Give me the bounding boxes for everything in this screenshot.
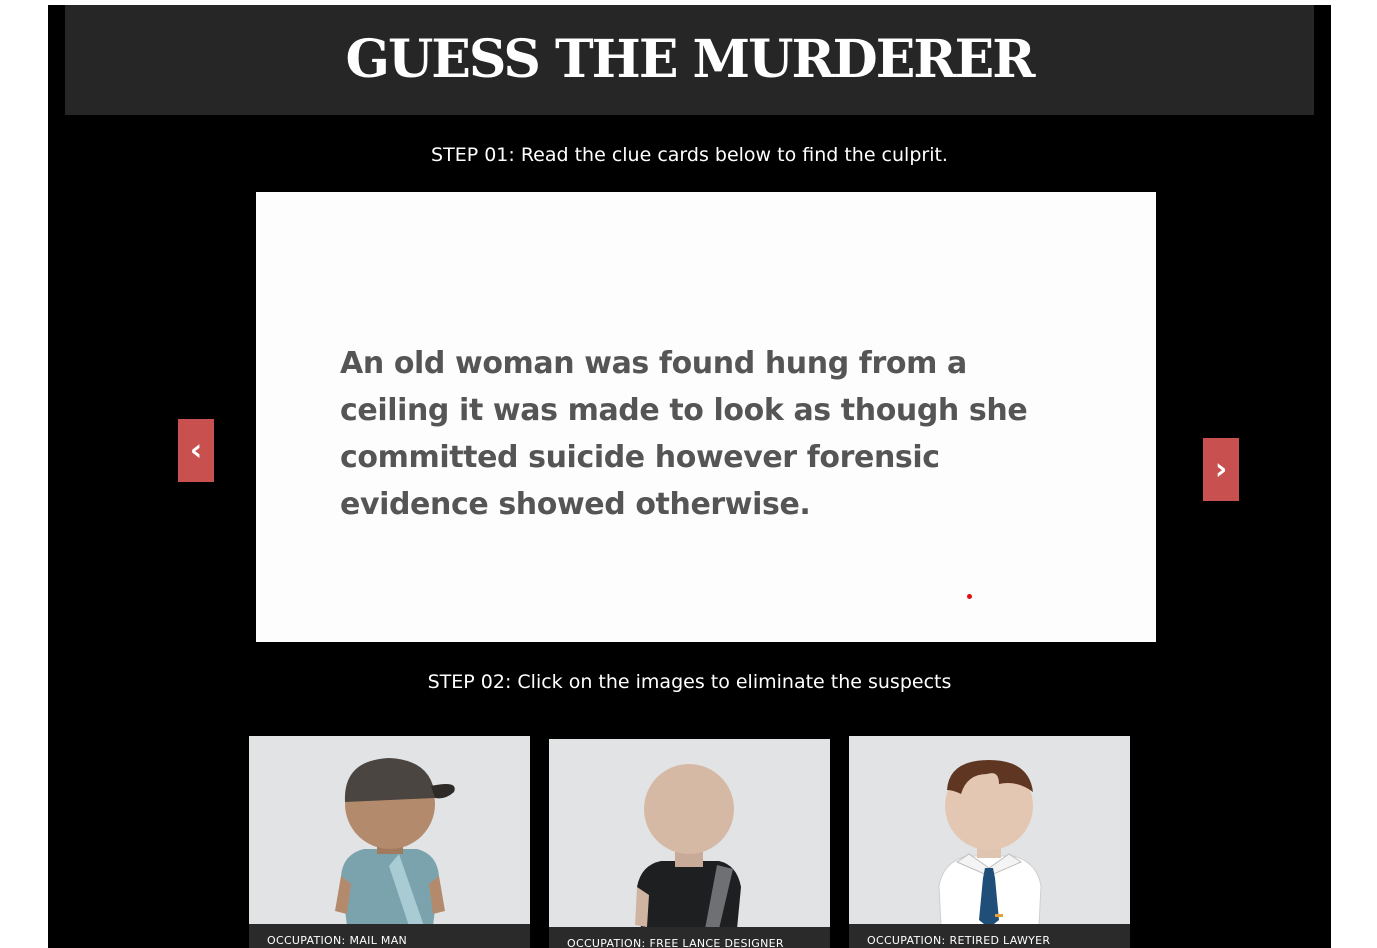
slide-indicator-dot xyxy=(967,594,972,599)
suspect-card-lawyer[interactable]: OCCUPATION: RETIRED LAWYER xyxy=(849,736,1130,948)
occupation-label: OCCUPATION: xyxy=(567,937,646,948)
occupation-label: OCCUPATION: xyxy=(867,934,946,947)
occupation-value: RETIRED LAWYER xyxy=(949,934,1051,947)
clue-text: An old woman was found hung from a ceili… xyxy=(340,346,1028,522)
occupation-value: MAIL MAN xyxy=(349,934,408,947)
occupation-label: OCCUPATION: xyxy=(267,934,346,947)
suspect-caption: OCCUPATION: FREE LANCE DESIGNER xyxy=(549,927,830,948)
suspect-card-mail-man[interactable]: OCCUPATION: MAIL MAN xyxy=(249,736,530,948)
carousel-prev-button[interactable]: ‹ xyxy=(178,419,214,482)
step-two-instruction: STEP 02: Click on the images to eliminat… xyxy=(427,671,952,693)
clue-card: An old woman was found hung from a ceili… xyxy=(256,192,1156,642)
suspect-caption: OCCUPATION: RETIRED LAWYER xyxy=(849,924,1130,948)
game-page: GUESS THE MURDERER STEP 01: Read the clu… xyxy=(48,5,1331,948)
occupation-value: FREE LANCE DESIGNER xyxy=(649,937,784,948)
mail-man-avatar-icon xyxy=(335,758,455,926)
header-bar: GUESS THE MURDERER xyxy=(65,5,1314,115)
carousel-next-button[interactable]: › xyxy=(1203,438,1239,501)
lawyer-avatar-icon xyxy=(938,760,1042,926)
suspect-caption: OCCUPATION: MAIL MAN xyxy=(249,924,530,948)
page-title: GUESS THE MURDERER xyxy=(345,29,1036,90)
step-one-instruction: STEP 01: Read the clue cards below to fi… xyxy=(431,144,948,166)
designer-avatar-icon xyxy=(635,764,741,929)
suspect-card-designer[interactable]: OCCUPATION: FREE LANCE DESIGNER xyxy=(549,739,830,948)
